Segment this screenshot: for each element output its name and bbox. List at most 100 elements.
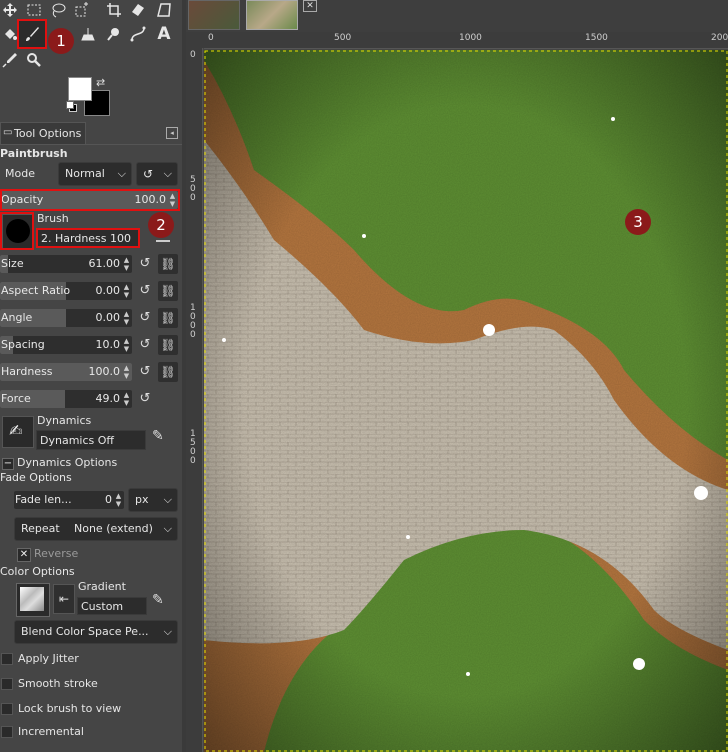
brush-name-field[interactable]: 2. Hardness 100 [36, 228, 140, 248]
angle-link-icon[interactable]: ⛓ [158, 308, 178, 328]
mode-value: Normal [65, 167, 105, 180]
spacing-link-icon[interactable]: ⛓ [158, 335, 178, 355]
ruler-tick: 500 [334, 33, 352, 43]
rect-select-icon[interactable] [24, 0, 44, 20]
gradient-label: Gradient [78, 580, 126, 593]
aspect-ratio-value: 0.00 [95, 284, 121, 297]
tab-tool-options[interactable]: ▭ Tool Options [0, 122, 86, 144]
angle-slider[interactable]: Angle 0.00 ▲ ▼ [0, 309, 132, 327]
size-label: Size [1, 257, 24, 270]
crop-icon[interactable] [104, 0, 124, 20]
size-slider[interactable]: Size 61.00 ▲ ▼ [0, 255, 132, 273]
lasso-icon[interactable] [48, 0, 68, 20]
gradient-preview[interactable] [16, 583, 50, 617]
transform-icon[interactable] [128, 0, 148, 20]
zoom-icon[interactable] [24, 50, 44, 70]
dynamics-field[interactable]: Dynamics Off [36, 430, 146, 450]
chevron-down-icon: ⌵ [163, 522, 172, 535]
aspect-ratio-link-icon[interactable]: ⛓ [158, 281, 178, 301]
annotation-badge-2: 2 [148, 212, 174, 238]
spin-arrows-icon[interactable]: ▲ ▼ [122, 256, 131, 272]
fuzzy-select-icon[interactable] [72, 0, 92, 20]
image-canvas[interactable]: 3 [204, 50, 728, 752]
gradient-field[interactable]: Custom [77, 597, 147, 615]
force-value: 49.0 [95, 392, 121, 405]
fade-unit-select[interactable]: px ⌵ [128, 488, 178, 512]
edit-gradient-icon[interactable]: ✎ [152, 592, 164, 608]
fade-length-slider[interactable]: Fade len... 0 ▲ ▼ [14, 491, 124, 509]
hardness-reset-icon[interactable]: ↺ [138, 365, 152, 379]
spacing-slider[interactable]: Spacing 10.0 ▲ ▼ [0, 336, 132, 354]
brush-preview-highlight [0, 212, 34, 250]
opacity-highlight-box [0, 189, 180, 211]
panel-menu-icon[interactable]: ◂ [166, 127, 178, 139]
close-tab-icon[interactable]: ✕ [303, 0, 317, 12]
swap-colors-icon[interactable]: ⇄ [96, 76, 105, 89]
vertical-ruler[interactable]: 0 500 1000 1500 [186, 48, 203, 752]
blend-color-space-select[interactable]: Blend Color Space Pe... ⌵ [14, 620, 178, 644]
ruler-tick: 1500 [585, 33, 608, 43]
size-value: 61.00 [88, 257, 121, 270]
spin-arrows-icon[interactable]: ▲ ▼ [122, 283, 131, 299]
tool-options-icon: ▭ [3, 127, 13, 138]
smooth-stroke-checkbox[interactable] [1, 678, 13, 690]
lock-brush-label: Lock brush to view [18, 702, 122, 715]
spin-arrows-icon[interactable]: ▲ ▼ [122, 364, 131, 380]
mode-select[interactable]: Normal ⌵ [58, 162, 132, 186]
mode-reset-select[interactable]: ↺ ⌵ [136, 162, 178, 186]
lock-brush-checkbox[interactable] [1, 703, 13, 715]
dynamics-value: Dynamics Off [40, 434, 114, 447]
edit-brush-icon[interactable] [156, 240, 170, 242]
fade-options-label: Fade Options [0, 471, 72, 484]
foreground-color-swatch[interactable] [68, 77, 92, 101]
aspect-ratio-reset-icon[interactable]: ↺ [138, 284, 152, 298]
brush-label: Brush [37, 212, 69, 225]
reverse-gradient-icon[interactable]: ⇤ [53, 584, 75, 614]
spin-arrows-icon[interactable]: ▲ ▼ [114, 492, 123, 508]
edit-dynamics-icon[interactable]: ✎ [152, 428, 164, 444]
move-icon[interactable] [0, 0, 20, 20]
paint-dot [406, 535, 410, 539]
dynamics-label: Dynamics [37, 414, 92, 427]
fade-length-label: Fade len... [15, 493, 72, 506]
hardness-link-icon[interactable]: ⛓ [158, 362, 178, 382]
force-reset-icon[interactable]: ↺ [138, 392, 152, 406]
image-tabs-bar: ✕ [186, 0, 728, 32]
chevron-down-icon: ⌵ [163, 493, 172, 506]
path-icon[interactable] [128, 24, 148, 44]
force-slider[interactable]: Force 49.0 ▲ ▼ [0, 390, 132, 408]
fade-length-value: 0 [105, 493, 112, 506]
ruler-tick: 0 [208, 33, 214, 43]
spacing-reset-icon[interactable]: ↺ [138, 338, 152, 352]
incremental-checkbox[interactable] [1, 726, 13, 738]
angle-reset-icon[interactable]: ↺ [138, 311, 152, 325]
image-tab-thumbnail-2[interactable] [246, 0, 298, 30]
clone-icon[interactable] [78, 24, 98, 44]
image-tab-thumbnail-1[interactable] [188, 0, 240, 30]
text-icon[interactable]: A [154, 24, 174, 44]
smudge-icon[interactable] [104, 24, 124, 44]
dynamics-preview[interactable]: ✍ [2, 416, 34, 448]
size-link-icon[interactable]: ⛓ [158, 254, 178, 274]
gradient-swatch [20, 587, 44, 611]
paint-dot [633, 658, 645, 670]
spin-arrows-icon[interactable]: ▲ ▼ [122, 391, 131, 407]
tool-options-panel: 1 A ⇄ ▭ Tool Options ◂ Paintbrush Mode N… [0, 0, 182, 752]
map-artwork [204, 50, 728, 752]
smooth-stroke-label: Smooth stroke [18, 677, 98, 690]
spin-arrows-icon[interactable]: ▲ ▼ [122, 337, 131, 353]
horizontal-ruler[interactable]: 0 500 1000 1500 2000 [204, 32, 728, 49]
annotation-badge-3: 3 [625, 209, 651, 235]
default-colors-icon[interactable] [66, 101, 77, 112]
reverse-checkbox[interactable]: ✕ [17, 548, 31, 562]
spin-arrows-icon[interactable]: ▲ ▼ [122, 310, 131, 326]
size-reset-icon[interactable]: ↺ [138, 257, 152, 271]
apply-jitter-checkbox[interactable] [1, 653, 13, 665]
hardness-slider[interactable]: Hardness 100.0 ▲ ▼ [0, 363, 132, 381]
color-picker-icon[interactable] [0, 50, 20, 70]
dynamics-options-expander[interactable]: − [2, 458, 14, 470]
perspective-icon[interactable] [154, 0, 174, 20]
aspect-ratio-slider[interactable]: Aspect Ratio 0.00 ▲ ▼ [0, 282, 132, 300]
dynamics-options-label: Dynamics Options [17, 456, 118, 469]
repeat-select[interactable]: Repeat None (extend) ⌵ [14, 517, 178, 541]
